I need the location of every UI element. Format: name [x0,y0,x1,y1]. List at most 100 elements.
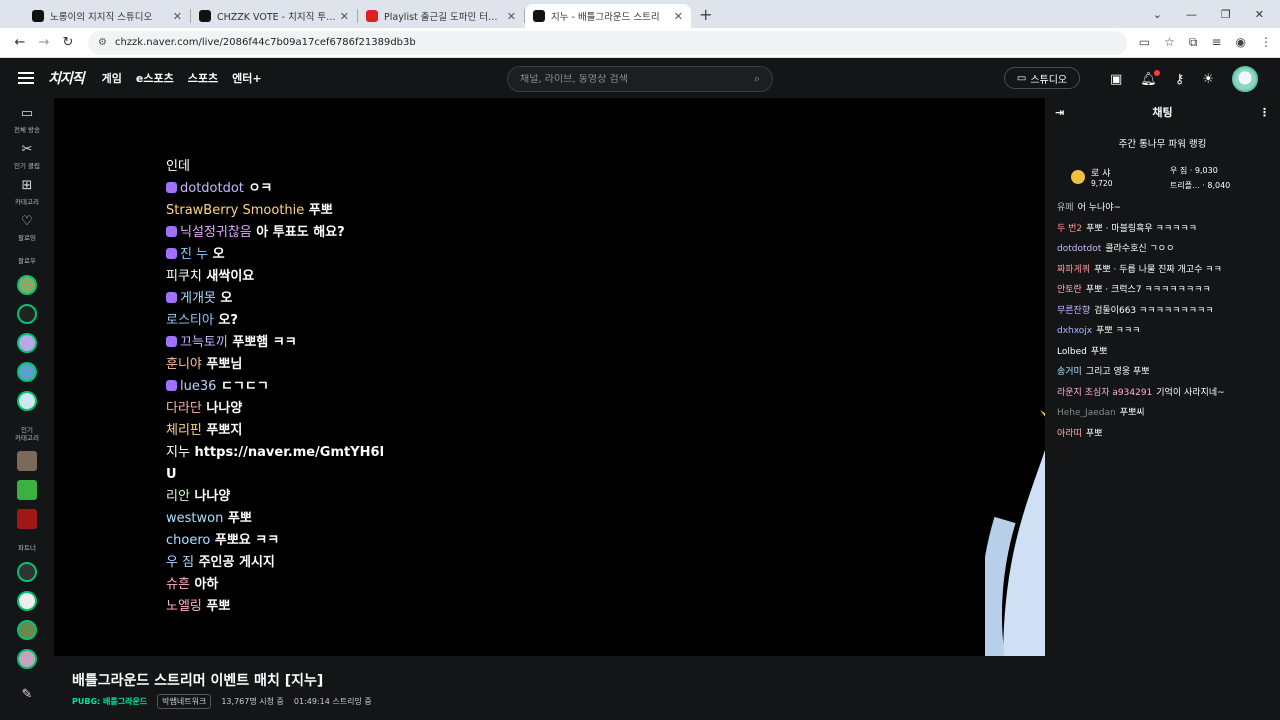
chat-message[interactable]: 라운지 초심자 a934291 기억이 사라지네~ [1057,383,1268,404]
sidebar-label: 카테고리 [15,198,39,206]
overlay-chat-nick: 진 누 [180,247,209,262]
overlay-chat-text: 새싹이요 [206,269,255,284]
chat-text: 어 누나야~ [1077,203,1122,213]
followed-channel-avatar[interactable] [17,332,37,353]
category-thumbnail[interactable] [17,451,37,472]
search-icon[interactable]: ⌕ [754,72,760,86]
close-window-button[interactable]: ✕ [1255,8,1264,21]
chat-message[interactable]: dxhxojx 푸뽀 ㅋㅋㅋ [1057,321,1268,342]
chat-nick[interactable]: dotdotdot [1057,244,1101,254]
stream-tag[interactable]: 박쌤네트워크 [157,694,212,709]
followed-channel-avatar[interactable] [17,361,37,382]
chat-nick[interactable]: Hehe_Jaedan [1057,408,1116,418]
chat-nick[interactable]: 유페 [1057,203,1074,213]
chat-nick[interactable]: 두 번2 [1057,224,1082,234]
chat-nick[interactable]: 짜파게쿼 [1057,265,1090,275]
chat-message[interactable]: 송거미 그리고 영웅 푸뽀 [1057,362,1268,383]
extensions-icon[interactable]: ⧉ [1189,35,1198,50]
site-logo[interactable]: 치지직 [48,68,85,88]
nav-sports[interactable]: 스포츠 [188,70,218,86]
followed-channel-avatar[interactable] [17,390,37,411]
power-ranking[interactable]: 주간 통나무 파워 랭킹 로 샤 9,720 우 짐 · 9,030 트리플..… [1045,136,1280,198]
cast-icon[interactable]: ▭ [1139,35,1150,50]
nav-game[interactable]: 게임 [102,70,122,86]
chat-message[interactable]: Hehe_Jaedan 푸뽀씨 [1057,403,1268,424]
wallet-icon[interactable]: ▣ [1110,72,1122,87]
tab-close-icon[interactable]: ✕ [674,10,683,23]
category-link[interactable]: PUBG: 배틀그라운드 [72,696,147,707]
chat-nick[interactable]: 송거미 [1057,367,1082,377]
tv-icon: ▭ [20,106,34,121]
chat-message[interactable]: 두 번2 푸뽀 · 마블링흑우 ㅋㅋㅋㅋㅋ [1057,219,1268,240]
partner-channel-avatar[interactable] [17,591,37,612]
bookmark-star-icon[interactable]: ☆ [1164,35,1175,50]
theme-sun-icon[interactable]: ☀ [1202,72,1214,87]
partner-channel-avatar[interactable] [17,620,37,641]
minimize-button[interactable]: — [1186,8,1197,21]
maximize-button[interactable]: ❐ [1221,8,1231,21]
partner-channel-avatar[interactable] [17,562,37,583]
url-field[interactable]: ⚙ chzzk.naver.com/live/2086f44c7b09a17ce… [88,30,1127,55]
tab-close-icon[interactable]: ✕ [173,10,182,23]
chat-message[interactable]: 안토란 푸뽀 · 크럭스7 ㅋㅋㅋㅋㅋㅋㅋㅋ [1057,280,1268,301]
tab-close-icon[interactable]: ✕ [340,10,349,23]
tab-close-icon[interactable]: ✕ [507,10,516,23]
partner-channel-avatar[interactable] [17,649,37,670]
chat-nick[interactable]: 안토란 [1057,285,1082,295]
sidebar-item-all-live[interactable]: ▭ 전체 방송 [0,106,54,134]
chat-nick[interactable]: 라운지 초심자 a934291 [1057,388,1152,398]
sidebar-label: 인기 클립 [14,162,40,170]
user-avatar[interactable] [1232,66,1258,92]
bell-icon[interactable]: 🔔︎ [1140,69,1160,87]
chat-message[interactable]: 유페 어 누나야~ [1057,198,1268,219]
sidebar-item-clips[interactable]: ✂ 인기 클립 [0,142,54,170]
media-icon[interactable]: ≡ [1211,35,1221,50]
collapse-chat-icon[interactable]: ⇥ [1055,106,1064,119]
chat-message[interactable]: dotdotdot 콜라수호신 ㄱㅇㅇ [1057,239,1268,260]
chat-nick[interactable]: Lolbed [1057,347,1087,357]
studio-button[interactable]: ▭ 스튜디오 [1004,67,1080,89]
chat-message[interactable]: 아라띠 푸뽀 [1057,424,1268,445]
nav-esports[interactable]: e스포츠 [136,70,174,86]
chat-message[interactable]: 무른잔향 검둘이663 ㅋㅋㅋㅋㅋㅋㅋㅋㅋ [1057,301,1268,322]
nav-enter[interactable]: 엔터+ [232,70,261,86]
new-tab-button[interactable]: + [699,5,712,24]
profile-icon[interactable]: ◉ [1236,35,1246,50]
browser-tab[interactable]: 지누 - 배틀그라운드 스트리 ✕ [525,4,691,28]
category-thumbnail[interactable] [17,509,37,530]
stream-title: 배틀그라운드 스트리머 이벤트 매치 [지누] [72,673,324,689]
tab-favicon-icon [199,10,211,22]
followed-channel-avatar[interactable] [17,274,37,295]
sidebar-item-settings[interactable]: ✎ [0,687,54,703]
reload-button[interactable]: ↻ [56,35,80,50]
sidebar-item-following[interactable]: ♡ 팔로잉 [0,214,54,242]
chat-message[interactable]: 짜파게쿼 푸뽀 · 두릅 나물 진짜 개고수 ㅋㅋ [1057,260,1268,281]
chat-message[interactable]: Lolbed 푸뽀 [1057,342,1268,363]
chat-nick[interactable]: 아라띠 [1057,429,1082,439]
chat-more-icon[interactable]: ⋮ [1259,106,1270,119]
browser-tab[interactable]: CHZZK VOTE - 치지직 투표 주 ✕ [191,4,357,28]
key-icon[interactable]: ⚷ [1175,72,1185,87]
category-thumbnail[interactable] [17,480,37,501]
search-input[interactable] [520,73,754,85]
tab-favicon-icon [533,10,545,22]
overlay-chat-text: 나나양 [194,489,231,504]
forward-button[interactable]: → [32,35,56,50]
sidebar-item-category[interactable]: ⊞ 카테고리 [0,178,54,206]
scissors-icon: ✂ [21,142,33,157]
site-info-icon[interactable]: ⚙ [98,37,107,48]
hamburger-menu-icon[interactable] [18,72,34,84]
tab-search-icon[interactable]: ⌄ [1153,8,1162,21]
overlay-chat-line: U [166,464,416,486]
back-button[interactable]: ← [8,35,32,50]
browser-tab[interactable]: Playlist 출근길 도파민 터지는 ✕ [358,4,524,28]
overlay-chat-text: 오 [212,247,225,262]
browser-tab[interactable]: 노롱이의 지지직 스튜디오 ✕ [24,4,190,28]
chat-nick[interactable]: dxhxojx [1057,326,1092,336]
sidebar-section-popular-category: 인기 카테고리 [15,426,39,443]
subscriber-badge-icon [166,226,177,237]
followed-channel-avatar[interactable] [17,303,37,324]
video-player[interactable]: 인데 dotdotdot ㅇㅋ StrawBerry Smoothie 푸뽀 닉설정… [54,98,1045,656]
chat-nick[interactable]: 무른잔향 [1057,306,1090,316]
browser-menu-icon[interactable]: ⋮ [1260,35,1272,50]
